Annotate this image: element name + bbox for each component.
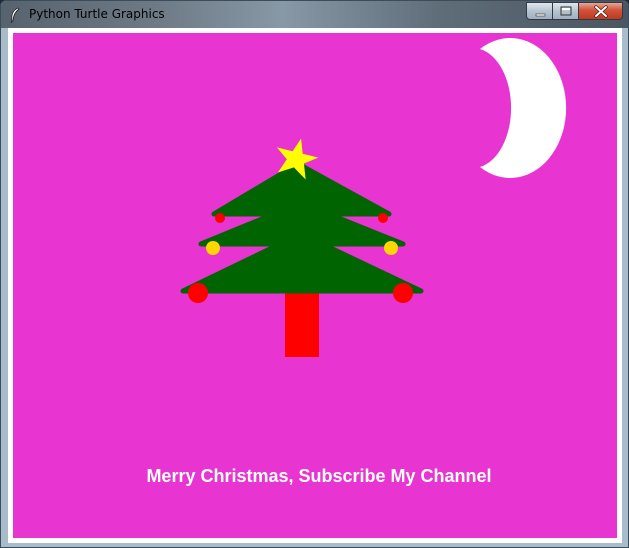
ornament-top-right (378, 213, 388, 223)
turtle-window: Python Turtle Graphics Merry Christmas, … (0, 0, 629, 548)
close-button[interactable] (579, 2, 623, 20)
close-icon (594, 5, 608, 18)
ornament-bottom-right (393, 283, 413, 303)
christmas-message: Merry Christmas, Subscribe My Channel (146, 466, 491, 486)
ornament-bottom-left (188, 283, 208, 303)
tree-trunk (285, 287, 319, 357)
ornament-top-left (215, 213, 225, 223)
title-bar[interactable]: Python Turtle Graphics (1, 1, 628, 28)
minimize-icon (535, 13, 546, 17)
window-title: Python Turtle Graphics (29, 7, 165, 21)
minimize-button[interactable] (526, 2, 553, 20)
feather-icon (10, 7, 20, 23)
ornament-middle-left (206, 241, 220, 255)
maximize-icon (560, 6, 572, 16)
window-controls (526, 2, 623, 20)
maximize-button[interactable] (553, 2, 579, 20)
ornament-middle-right (384, 241, 398, 255)
turtle-canvas[interactable]: Merry Christmas, Subscribe My Channel (13, 33, 617, 538)
client-area: Merry Christmas, Subscribe My Channel (8, 28, 622, 543)
window-bottom-border (1, 543, 628, 547)
